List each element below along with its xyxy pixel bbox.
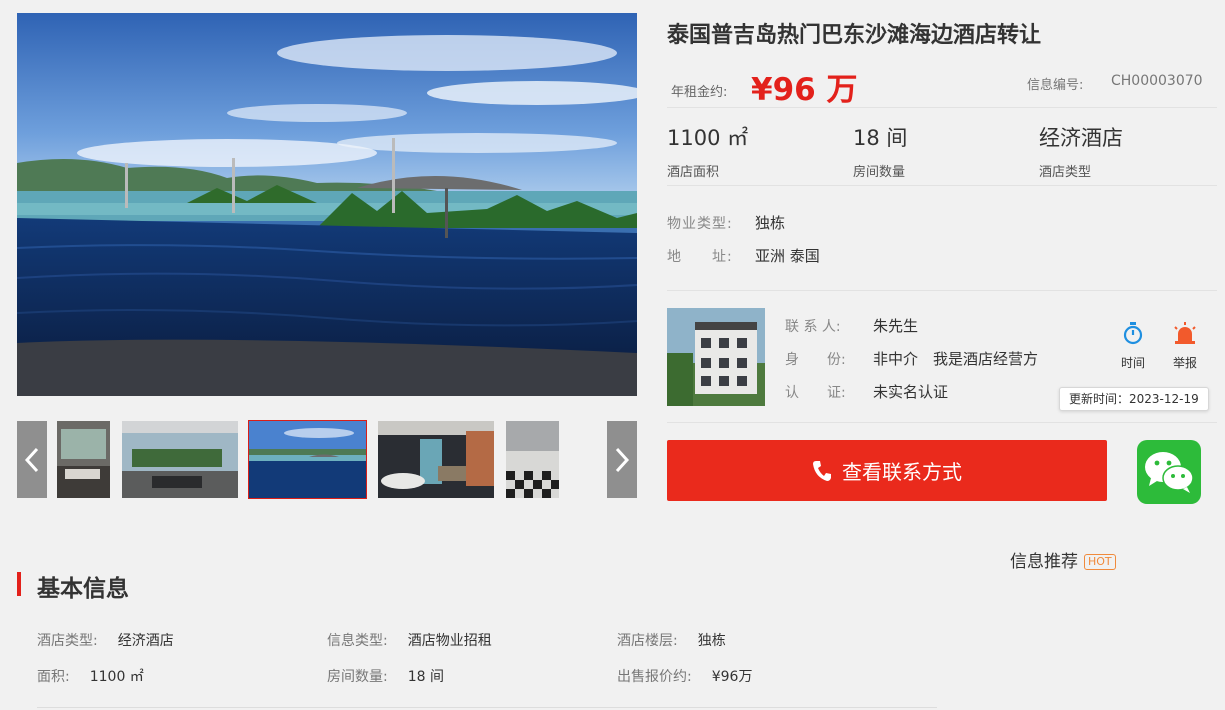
contact-verify-row: 认 证: 未实名认证 <box>785 381 948 402</box>
info-code-value: CH00003070 <box>1111 73 1203 89</box>
wechat-icon <box>1145 452 1194 493</box>
basic-info-type: 信息类型: 酒店物业招租 <box>327 630 492 650</box>
stat-hotel-type: 经济酒店 酒店类型 <box>1039 122 1123 180</box>
contact-person-row: 联 系 人: 朱先生 <box>785 315 918 336</box>
stat-value: 18 间 <box>853 126 908 150</box>
basic-key: 房间数量: <box>327 669 388 685</box>
recommend-label: 信息推荐 <box>1010 552 1078 572</box>
basic-rooms: 房间数量: 18 间 <box>327 666 444 686</box>
hot-badge: HOT <box>1084 554 1116 570</box>
contact-box: 联 系 人: 朱先生 身 份: 非中介 我是酒店经营方 认 证: 未实名认证 时间 举… <box>667 290 1217 423</box>
basic-value: 1100 ㎡ <box>89 669 144 685</box>
thumbnail-terrace[interactable] <box>122 421 238 498</box>
view-contact-label: 查看联系方式 <box>842 460 962 484</box>
basic-area: 面积: 1100 ㎡ <box>37 666 144 686</box>
basic-sale-price: 出售报价约: ¥96万 <box>617 666 752 686</box>
basic-value: 独栋 <box>697 633 726 649</box>
stat-area: 1100 ㎡ 酒店面积 <box>667 122 748 180</box>
chevron-left-icon <box>24 447 39 472</box>
recommend-heading: 信息推荐 HOT <box>1010 547 1116 572</box>
thumbnail-pool[interactable] <box>248 420 367 499</box>
report-button[interactable]: 举报 <box>1165 321 1205 371</box>
stat-value: 1100 ㎡ <box>667 126 749 150</box>
thumbnail-bathroom[interactable] <box>378 421 494 498</box>
phone-icon <box>813 460 831 481</box>
basic-key: 酒店类型: <box>37 633 98 649</box>
thumbnail-next-button[interactable] <box>607 421 637 498</box>
contact-key: 联 系 人: <box>785 319 841 335</box>
basic-key: 信息类型: <box>327 633 388 649</box>
stat-label: 酒店面积 <box>667 165 720 180</box>
attr-property-type: 物业类型: 独栋 <box>667 212 785 233</box>
contact-key: 身 份: <box>785 352 846 368</box>
view-contact-button[interactable]: 查看联系方式 <box>667 440 1107 501</box>
thumbnail-lobby[interactable] <box>506 421 559 498</box>
basic-value: ¥96万 <box>711 669 753 685</box>
contact-identity-row: 身 份: 非中介 我是酒店经营方 <box>785 348 1038 369</box>
time-label: 时间 <box>1120 356 1145 370</box>
thumbnail-prev-button[interactable] <box>17 421 47 498</box>
basic-hotel-type: 酒店类型: 经济酒店 <box>37 630 174 650</box>
update-time-tooltip: 更新时间：2023-12-19 <box>1059 387 1209 411</box>
main-photo[interactable] <box>17 13 637 396</box>
section-accent-bar <box>17 572 21 596</box>
attr-key: 物业类型: <box>667 216 733 232</box>
wechat-button[interactable] <box>1137 440 1201 504</box>
info-code-label: 信息编号: <box>1027 78 1084 93</box>
basic-key: 出售报价约: <box>617 669 692 685</box>
stat-label: 房间数量 <box>853 165 906 180</box>
basic-value: 经济酒店 <box>117 633 174 649</box>
basic-key: 面积: <box>37 669 70 685</box>
divider <box>37 707 937 708</box>
contact-value: 非中介 我是酒店经营方 <box>873 350 1039 368</box>
attr-value: 亚洲 泰国 <box>755 247 820 265</box>
basic-value: 18 间 <box>407 669 444 685</box>
contact-value: 朱先生 <box>873 317 919 335</box>
contact-value: 未实名认证 <box>873 383 949 401</box>
basic-floors: 酒店楼层: 独栋 <box>617 630 726 650</box>
report-label: 举报 <box>1172 356 1197 370</box>
contact-key: 认 证: <box>785 385 846 401</box>
price-value: ¥96 万 <box>751 72 858 108</box>
attr-value: 独栋 <box>755 214 786 232</box>
price-label: 年租金约: <box>671 85 728 100</box>
stat-rooms: 18 间 房间数量 <box>853 122 907 180</box>
stats-row: 1100 ㎡ 酒店面积 18 间 房间数量 经济酒店 酒店类型 <box>667 122 1217 186</box>
alarm-light-icon <box>1174 322 1196 344</box>
thumbnail-lounge[interactable] <box>57 421 110 498</box>
listing-title: 泰国普吉岛热门巴东沙滩海边酒店转让 <box>667 23 1042 48</box>
contact-avatar <box>667 308 765 406</box>
time-button[interactable]: 时间 <box>1113 321 1153 371</box>
attr-key: 地 址: <box>667 249 733 265</box>
stopwatch-icon <box>1123 322 1143 345</box>
basic-value: 酒店物业招租 <box>407 633 492 649</box>
chevron-right-icon <box>615 447 630 472</box>
basic-key: 酒店楼层: <box>617 633 678 649</box>
stat-label: 酒店类型 <box>1039 165 1092 180</box>
stat-value: 经济酒店 <box>1039 126 1123 150</box>
price-row: 年租金约: ¥96 万 信息编号: CH00003070 <box>667 62 1217 108</box>
section-title: 基本信息 <box>37 576 129 602</box>
attr-address: 地 址: 亚洲 泰国 <box>667 245 820 266</box>
